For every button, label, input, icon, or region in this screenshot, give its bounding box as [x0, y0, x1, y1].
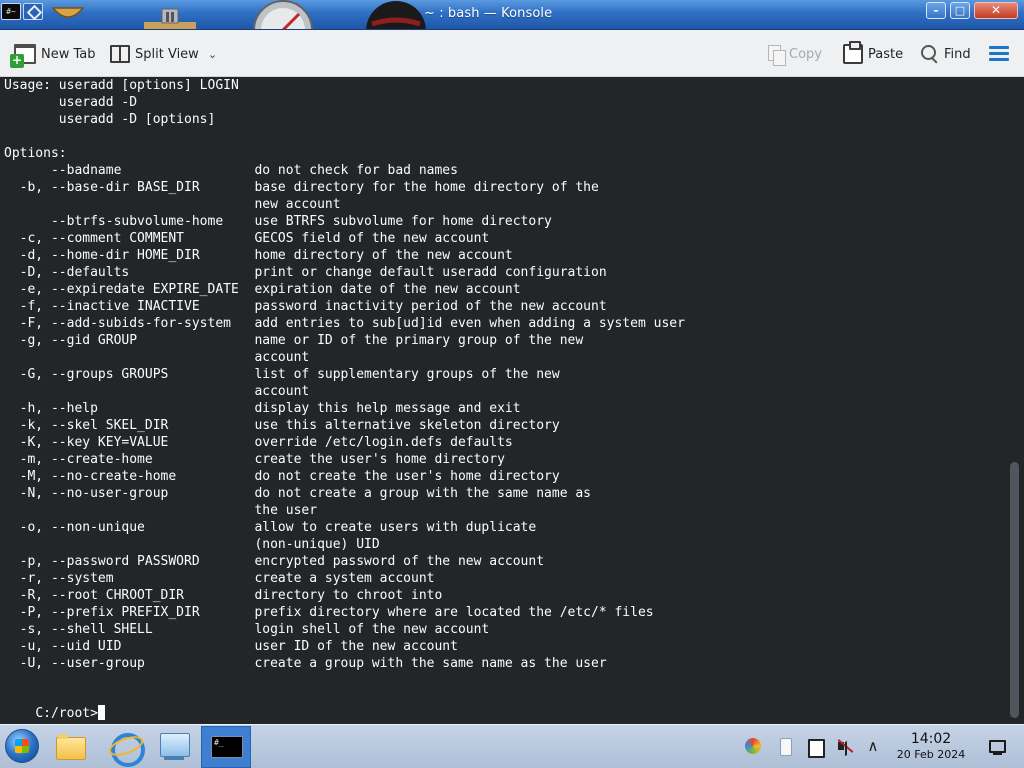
terminal-output: Usage: useradd [options] LOGIN useradd -… [4, 78, 1004, 690]
maximize-button[interactable]: □ [950, 2, 970, 19]
new-tab-button[interactable]: + New Tab [10, 39, 96, 69]
network-icon[interactable] [158, 731, 190, 761]
taskbar-terminal-button[interactable]: #_ [201, 726, 251, 768]
terminal-line: (non-unique) UID [4, 537, 380, 552]
show-desktop-icon[interactable] [989, 740, 1006, 755]
terminal-line: -D, --defaults print or change default u… [4, 265, 607, 280]
copy-label: Copy [789, 46, 822, 62]
terminal-line: --btrfs-subvolume-home use BTRFS subvolu… [4, 214, 552, 229]
terminal-line: -c, --comment COMMENT GECOS field of the… [4, 231, 490, 246]
clock-date: 20 Feb 2024 [896, 748, 966, 761]
new-tab-label: New Tab [41, 46, 96, 62]
paste-button[interactable]: Paste [843, 39, 903, 69]
terminal-line: the user [4, 503, 318, 518]
terminal-line: -f, --inactive INACTIVE password inactiv… [4, 299, 607, 314]
terminal-line: -e, --expiredate EXPIRE_DATE expiration … [4, 282, 521, 297]
window-menu-icon[interactable]: #~ [1, 3, 21, 20]
minimize-button[interactable]: – [926, 2, 946, 19]
terminal-line: account [4, 384, 310, 399]
terminal-line: --badname do not check for bad names [4, 163, 458, 178]
close-button[interactable]: ✕ [974, 2, 1018, 19]
terminal-line: -d, --home-dir HOME_DIR home directory o… [4, 248, 513, 263]
find-label: Find [944, 46, 971, 62]
volume-muted-icon[interactable] [836, 737, 854, 755]
background-planet-icon [366, 1, 426, 29]
terminal-line: -U, --user-group create a group with the… [4, 656, 607, 671]
terminal-line: useradd -D [4, 95, 138, 110]
paste-label: Paste [868, 46, 904, 62]
scrollbar-thumb[interactable] [1010, 462, 1019, 718]
split-view-button[interactable]: Split View ⌄ [110, 39, 217, 69]
background-building-icon [144, 8, 196, 29]
split-view-label: Split View [135, 46, 199, 62]
terminal-line: -G, --groups GROUPS list of supplementar… [4, 367, 560, 382]
paste-icon [843, 41, 863, 64]
terminal-line: -h, --help display this help message and… [4, 401, 521, 416]
terminal-line: -s, --shell SHELL login shell of the new… [4, 622, 490, 637]
notes-tray-icon[interactable] [806, 737, 825, 758]
clipboard-tray-icon[interactable] [776, 737, 794, 756]
terminal-line: Options: [4, 146, 67, 161]
terminal-line: -k, --skel SKEL_DIR use this alternative… [4, 418, 560, 433]
terminal-line: useradd -D [options] [4, 112, 216, 127]
hamburger-menu-icon [989, 46, 1009, 62]
shell-prompt: C:/root> [35, 706, 98, 721]
terminal-line: -N, --no-user-group do not create a grou… [4, 486, 591, 501]
terminal-view[interactable]: Usage: useradd [options] LOGIN useradd -… [0, 77, 1024, 724]
copy-button[interactable]: Copy [768, 39, 822, 69]
file-manager-icon[interactable] [54, 731, 86, 761]
terminal-line: -m, --create-home create the user's home… [4, 452, 505, 467]
clock-time: 14:02 [910, 731, 952, 747]
background-bowl-icon [51, 7, 85, 18]
terminal-line: -F, --add-subids-for-system add entries … [4, 316, 685, 331]
terminal-line: -o, --non-unique allow to create users w… [4, 520, 537, 535]
terminal-line: new account [4, 197, 341, 212]
terminal-line: Usage: useradd [options] LOGIN [4, 78, 239, 93]
terminal-line: -K, --key KEY=VALUE override /etc/login.… [4, 435, 513, 450]
tray-expand-icon[interactable]: ∧ [864, 737, 882, 755]
terminal-line: -M, --no-create-home do not create the u… [4, 469, 560, 484]
terminal-line: -u, --uid UID user ID of the new account [4, 639, 458, 654]
terminal-line: -b, --base-dir BASE_DIR base directory f… [4, 180, 599, 195]
text-cursor [97, 705, 105, 720]
split-view-icon [110, 45, 130, 63]
terminal-icon: #_ [211, 736, 243, 758]
window-titlebar[interactable]: #~ ~ : bash — Konsole – □ ✕ [0, 0, 1024, 30]
terminal-line: -P, --prefix PREFIX_DIR prefix directory… [4, 605, 654, 620]
copy-icon [768, 44, 786, 66]
browser-icon[interactable] [108, 731, 145, 767]
start-orb[interactable] [5, 729, 39, 763]
keep-above-icon[interactable] [23, 3, 43, 20]
chevron-down-icon[interactable]: ⌄ [208, 48, 217, 61]
konsole-toolbar: + New Tab Split View ⌄ Copy Paste Find [0, 30, 1024, 77]
find-icon [921, 45, 939, 63]
terminal-line: -r, --system create a system account [4, 571, 435, 586]
clock[interactable]: 14:02 20 Feb 2024 [888, 731, 974, 762]
window-title: ~ : bash — Konsole [424, 6, 553, 21]
terminal-line: account [4, 350, 310, 365]
terminal-line: -p, --password PASSWORD encrypted passwo… [4, 554, 545, 569]
color-picker-tray-icon[interactable] [744, 737, 762, 755]
find-button[interactable]: Find [921, 39, 971, 69]
terminal-line: -g, --gid GROUP name or ID of the primar… [4, 333, 584, 348]
taskbar: #_ ∧ 14:02 20 Feb 2024 [0, 724, 1024, 768]
terminal-scrollbar[interactable] [1010, 79, 1019, 722]
background-gauge-icon [253, 0, 313, 29]
hamburger-menu-button[interactable] [989, 39, 1009, 69]
terminal-line: -R, --root CHROOT_DIR directory to chroo… [4, 588, 443, 603]
prompt-line[interactable]: C:/root> [4, 690, 105, 721]
new-tab-icon: + [10, 44, 36, 68]
